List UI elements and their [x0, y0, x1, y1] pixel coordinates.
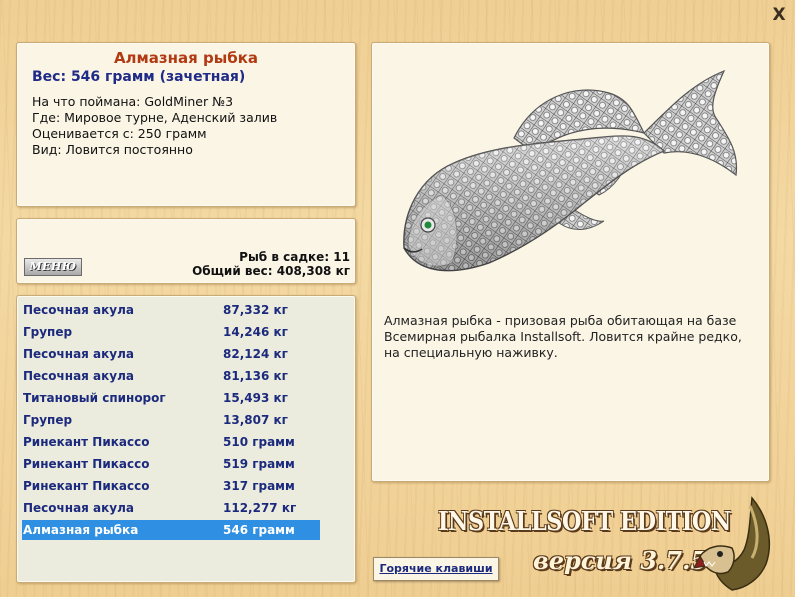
- caught-with: На что поймана: GoldMiner №3: [32, 94, 234, 109]
- fish-type: Вид: Ловится постоянно: [32, 142, 193, 157]
- catch-fish-weight: 15,493 кг: [223, 391, 288, 405]
- catch-fish-weight: 82,124 кг: [223, 347, 288, 361]
- catch-fish-name: Песочная акула: [23, 501, 134, 515]
- catch-list-row[interactable]: Ринекант Пикассо 510 грамм: [22, 432, 320, 452]
- valued-from: Оценивается с: 250 грамм: [32, 126, 207, 141]
- catch-list: Песочная акула 87,332 кг Групер 14,246 кг Пе…: [16, 295, 356, 583]
- catch-list-row[interactable]: Ринекант Пикассо 317 грамм: [22, 476, 320, 496]
- catch-list-row[interactable]: Песочная акула 87,332 кг: [22, 300, 320, 320]
- catch-fish-weight: 112,277 кг: [223, 501, 297, 515]
- catch-list-row[interactable]: Титановый спинорог 15,493 кг: [22, 388, 320, 408]
- catch-list-row[interactable]: Групер 14,246 кг: [22, 322, 320, 342]
- catch-fish-weight: 546 грамм: [223, 523, 295, 537]
- catch-list-row[interactable]: Песочная акула 112,277 кг: [22, 498, 320, 518]
- catch-fish-weight: 13,807 кг: [223, 413, 288, 427]
- fish-title: Алмазная рыбка: [113, 49, 259, 67]
- catch-location: Где: Мировое турне, Аденский залив: [32, 110, 278, 125]
- pike-logo-icon: [693, 496, 771, 591]
- catch-list-row[interactable]: Песочная акула 82,124 кг: [22, 344, 320, 364]
- catch-fish-weight: 87,332 кг: [223, 303, 288, 317]
- version-label: версия 3.7.5: [533, 546, 708, 575]
- catch-list-row[interactable]: Песочная акула 81,136 кг: [22, 366, 320, 386]
- fish-count: Рыб в садке: 11: [239, 250, 350, 264]
- fish-weight: Вес: 546 грамм (зачетная): [32, 69, 246, 85]
- catch-fish-weight: 81,136 кг: [223, 369, 288, 383]
- catch-fish-name: Групер: [23, 413, 73, 427]
- catch-fish-name: Титановый спинорог: [23, 391, 166, 405]
- catch-fish-weight: 317 грамм: [223, 479, 295, 493]
- catch-fish-name: Песочная акула: [23, 347, 134, 361]
- catch-fish-name: Ринекант Пикассо: [23, 457, 150, 471]
- catch-fish-weight: 14,246 кг: [223, 325, 288, 339]
- catch-fish-name: Групер: [23, 325, 73, 339]
- catch-list-row[interactable]: Алмазная рыбка 546 грамм: [22, 520, 320, 540]
- catch-fish-name: Песочная акула: [23, 303, 134, 317]
- catch-fish-name: Ринекант Пикассо: [23, 435, 150, 449]
- diamond-fish-image: [403, 69, 738, 272]
- total-weight: Общий вес: 408,308 кг: [192, 264, 350, 278]
- menu-button[interactable]: МЕНЮ: [24, 258, 82, 276]
- fish-info-panel: Алмазная рыбка Вес: 546 грамм (зачетная)…: [16, 42, 356, 207]
- brand-title: INSTALLSOFT EDITION: [438, 507, 731, 537]
- catch-fish-name: Алмазная рыбка: [23, 523, 139, 537]
- catch-list-row[interactable]: Ринекант Пикассо 519 грамм: [22, 454, 320, 474]
- catch-fish-weight: 510 грамм: [223, 435, 295, 449]
- close-button[interactable]: X: [771, 7, 787, 24]
- catch-fish-name: Песочная акула: [23, 369, 134, 383]
- catch-fish-name: Ринекант Пикассо: [23, 479, 150, 493]
- hotkeys-button[interactable]: Горячие клавиши: [373, 557, 499, 581]
- catch-fish-weight: 519 грамм: [223, 457, 295, 471]
- catch-list-row[interactable]: Групер 13,807 кг: [22, 410, 320, 430]
- fish-image-panel: Алмазная рыбка - призовая рыба обитающая…: [371, 42, 770, 482]
- keeper-panel: МЕНЮ Рыб в садке: 11 Общий вес: 408,308 …: [16, 218, 356, 284]
- fish-description: Алмазная рыбка - призовая рыба обитающая…: [384, 313, 742, 360]
